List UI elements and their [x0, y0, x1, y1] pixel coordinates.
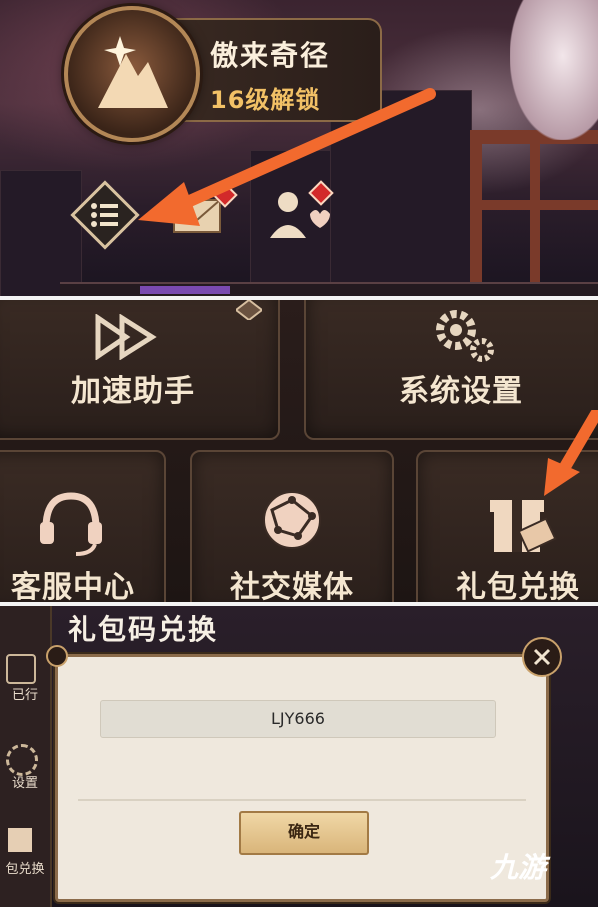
- gears-icon: [436, 310, 494, 362]
- tile-speed-assistant[interactable]: 加速助手: [0, 300, 280, 440]
- sidebar-item-gift[interactable]: 包兑换: [0, 858, 50, 877]
- diamond-ornament: [234, 300, 264, 322]
- menu-panel: 加速助手 系统设置 客服中心 社交媒体 礼包兑换: [0, 300, 598, 602]
- sidebar-item[interactable]: 已行: [0, 684, 50, 703]
- tile-label: 礼包兑换: [456, 570, 580, 602]
- railing: [530, 130, 540, 296]
- gift-icon: [8, 828, 32, 852]
- sidebar: 已行 设置 包兑换: [0, 606, 52, 907]
- gift-code-input[interactable]: LJY666: [100, 700, 496, 738]
- dialog-title: 礼包码兑换: [68, 613, 219, 646]
- railing: [470, 130, 482, 296]
- confirm-button[interactable]: 确定: [239, 811, 369, 855]
- close-icon: [533, 648, 551, 666]
- watermark-logo: 九游: [490, 851, 547, 884]
- headset-icon: [40, 492, 102, 556]
- tile-label: 客服中心: [11, 570, 135, 602]
- fast-forward-icon: [95, 314, 157, 360]
- close-button[interactable]: [522, 637, 562, 677]
- pointer-arrow: [544, 410, 598, 496]
- tile-label: 系统设置: [399, 374, 523, 409]
- sidebar-icon: [6, 654, 36, 684]
- redeem-dialog: [46, 645, 549, 902]
- tile-social-media[interactable]: 社交媒体: [190, 450, 394, 602]
- progress-strip: [140, 286, 230, 294]
- character-figure: [510, 0, 598, 140]
- corner-ornament: [46, 645, 68, 667]
- railing: [470, 200, 598, 210]
- tile-customer-service[interactable]: 客服中心: [0, 450, 166, 602]
- tile-label: 社交媒体: [230, 570, 354, 602]
- pointer-arrow: [138, 88, 436, 226]
- globe-network-icon: [263, 491, 321, 549]
- top-panel: 傲来奇径 16级解锁: [0, 0, 598, 296]
- achievement-title: 傲来奇径: [210, 39, 331, 72]
- tile-label: 加速助手: [71, 374, 195, 409]
- separator-line: [78, 799, 526, 801]
- sidebar-item[interactable]: 设置: [0, 772, 50, 791]
